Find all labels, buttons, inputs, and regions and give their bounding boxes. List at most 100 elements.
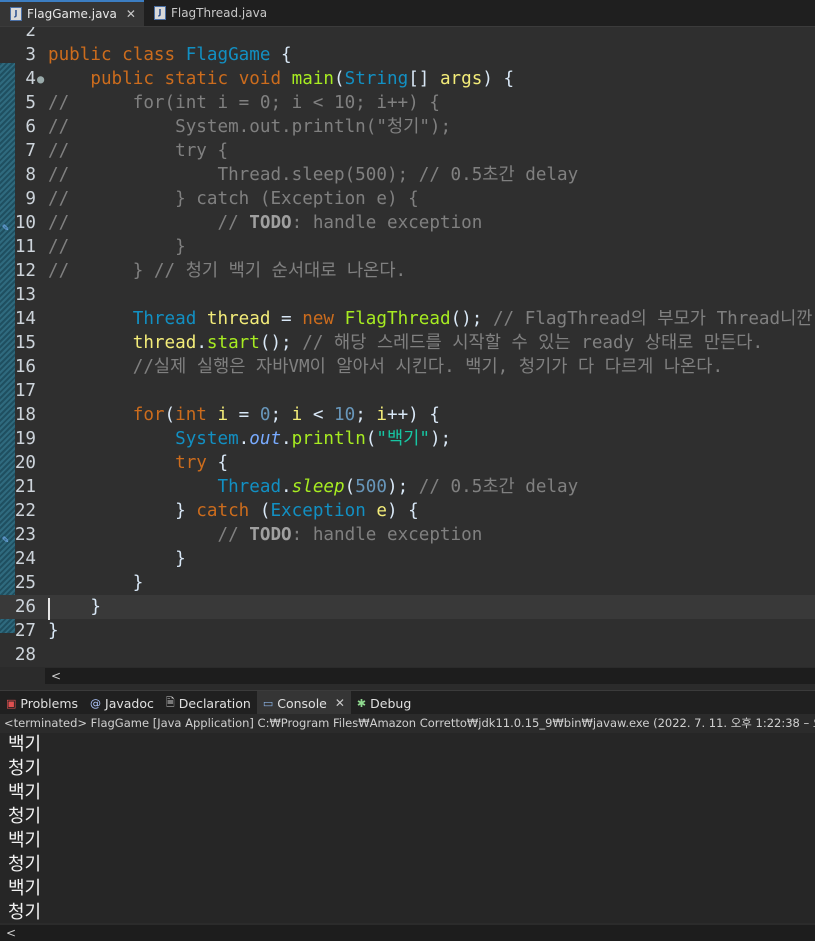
line-number: 14 xyxy=(14,309,36,329)
code-line[interactable]: 28 xyxy=(0,643,815,667)
code-text: // } // 청기 백기 순서대로 나온다. xyxy=(48,261,407,281)
code-line[interactable]: 11 // } xyxy=(0,235,815,259)
tab-debug[interactable]: ✱ Debug xyxy=(351,691,417,715)
javadoc-icon: @ xyxy=(90,696,102,710)
code-text: public class FlagGame { xyxy=(48,45,292,65)
line-number: 26 xyxy=(14,597,36,617)
code-text: try { xyxy=(175,453,229,473)
console-line: 백기 xyxy=(8,878,42,899)
console-line: 청기 xyxy=(8,854,42,875)
close-icon[interactable]: ✕ xyxy=(126,7,136,21)
code-line[interactable]: 17 xyxy=(0,379,815,403)
tab-label: Javadoc xyxy=(105,695,154,711)
tab-label: Problems xyxy=(20,695,79,711)
line-number: 5 xyxy=(25,93,36,113)
task-marker-icon[interactable]: ✎ xyxy=(2,528,14,546)
line-number: 24 xyxy=(14,549,36,569)
code-line[interactable]: 8 // Thread.sleep(500); // 0.5초간 delay xyxy=(0,163,815,187)
line-number: 15 xyxy=(14,333,36,353)
code-text: for(int i = 0; i < 10; i++) { xyxy=(132,405,440,425)
code-text: Thread thread = new FlagThread(); // Fla… xyxy=(132,309,813,329)
tab-flagthread[interactable]: J FlagThread.java xyxy=(144,0,275,26)
line-number: 8 xyxy=(25,165,36,185)
declaration-icon: 🗎 xyxy=(165,695,175,709)
line-number: 16 xyxy=(14,357,36,377)
code-line[interactable]: 27} xyxy=(0,619,815,643)
code-line[interactable]: 25 } xyxy=(0,571,815,595)
tab-declaration[interactable]: 🗎 Declaration xyxy=(160,691,257,715)
fold-icon[interactable]: ● xyxy=(37,67,44,91)
code-text: } xyxy=(48,621,59,641)
line-number: 22 xyxy=(14,501,36,521)
code-text: // } xyxy=(48,237,186,257)
java-file-icon: J xyxy=(10,7,22,21)
line-number: 17 xyxy=(14,381,36,401)
code-line[interactable]: 9 // } catch (Exception e) { xyxy=(0,187,815,211)
panel-tab-bar: ▣ Problems @ Javadoc 🗎 Declaration ▭ Con… xyxy=(0,690,815,715)
code-line[interactable]: 15 thread.start(); // 해당 스레드를 시작할 수 있는 r… xyxy=(0,331,815,355)
code-editor[interactable]: 2 3 public class FlagGame {4 public static… xyxy=(0,27,815,667)
line-number: 4 xyxy=(25,69,36,89)
code-text: // System.out.println("청기"); xyxy=(48,117,452,137)
console-horizontal-scrollbar[interactable]: < xyxy=(0,925,815,941)
code-line[interactable]: 3 public class FlagGame { xyxy=(0,43,815,67)
scroll-left-icon[interactable]: < xyxy=(51,669,61,683)
line-number: 21 xyxy=(14,477,36,497)
code-text: } xyxy=(48,549,186,569)
tab-label: Debug xyxy=(370,695,412,711)
code-text: // try { xyxy=(48,141,229,161)
tab-label: FlagThread.java xyxy=(170,6,268,20)
code-line[interactable]: 10// // TODO: handle exception ✎ xyxy=(0,211,815,235)
tab-label: FlagGame.java xyxy=(27,7,117,21)
code-text: // TODO: handle exception xyxy=(48,525,483,545)
code-line[interactable]: 5 // for(int i = 0; i < 10; i++) { xyxy=(0,91,815,115)
problems-icon: ▣ xyxy=(6,696,17,710)
line-number: 11 xyxy=(14,237,36,257)
code-line[interactable]: 24 } xyxy=(0,547,815,571)
scroll-left-icon[interactable]: < xyxy=(6,926,16,940)
code-text: System.out.println("백기"); xyxy=(175,429,452,449)
console-line: 청기 xyxy=(8,902,42,923)
code-text: public static void main(String[] args) { xyxy=(90,69,515,89)
code-text: } catch (Exception e) { xyxy=(48,501,419,521)
line-number: 6 xyxy=(25,117,36,137)
tab-console[interactable]: ▭ Console ✕ xyxy=(256,691,351,715)
code-line[interactable]: 23 // TODO: handle exception ✎ xyxy=(0,523,815,547)
line-number: 27 xyxy=(14,621,36,641)
console-line: 청기 xyxy=(8,758,42,779)
line-number: 18 xyxy=(14,405,36,425)
tab-problems[interactable]: ▣ Problems xyxy=(0,691,84,715)
code-text: // for(int i = 0; i < 10; i++) { xyxy=(48,93,440,113)
line-number: 3 xyxy=(25,45,36,65)
code-text: Thread.sleep(500); // 0.5초간 delay xyxy=(217,477,579,497)
code-text: // Thread.sleep(500); // 0.5초간 delay xyxy=(48,165,579,185)
tab-flaggame[interactable]: J FlagGame.java ✕ xyxy=(0,0,144,26)
line-number: 9 xyxy=(25,189,36,209)
code-line[interactable]: 22 } catch (Exception e) { xyxy=(0,499,815,523)
code-text: } xyxy=(48,573,144,593)
line-number: 13 xyxy=(14,285,36,305)
tab-javadoc[interactable]: @ Javadoc xyxy=(84,691,160,715)
console-output[interactable]: 백기 청기 백기 청기 백기 청기 백기 청기 xyxy=(0,733,815,923)
console-icon: ▭ xyxy=(262,696,274,710)
code-line[interactable]: 4 public static void main(String[] args)… xyxy=(0,67,815,91)
code-text: thread.start(); // 해당 스레드를 시작할 수 있는 read… xyxy=(132,333,764,353)
close-icon[interactable]: ✕ xyxy=(335,696,345,710)
line-number: 28 xyxy=(14,645,36,665)
code-line[interactable]: 12 // } // 청기 백기 순서대로 나온다. xyxy=(0,259,815,283)
code-line[interactable]: 2 xyxy=(0,27,815,43)
code-line[interactable]: 26 } xyxy=(0,595,815,619)
code-line[interactable]: 7 // try { xyxy=(0,139,815,163)
code-line[interactable]: 20 try { xyxy=(0,451,815,475)
code-line[interactable]: 19 System.out.println("백기"); xyxy=(0,427,815,451)
editor-horizontal-scrollbar[interactable]: < xyxy=(45,668,815,684)
tab-label: Console xyxy=(277,695,327,711)
code-line[interactable]: 14 Thread thread = new FlagThread(); // … xyxy=(0,307,815,331)
code-line[interactable]: 6 // System.out.println("청기"); xyxy=(0,115,815,139)
code-line[interactable]: 16 //실제 실행은 자바VM이 알아서 시킨다. 백기, 청기가 다 다르게… xyxy=(0,355,815,379)
task-marker-icon[interactable]: ✎ xyxy=(2,216,14,234)
code-line[interactable]: 18 for(int i = 0; i < 10; i++) { xyxy=(0,403,815,427)
code-line[interactable]: 21 Thread.sleep(500); // 0.5초간 delay xyxy=(0,475,815,499)
code-text: //실제 실행은 자바VM이 알아서 시킨다. 백기, 청기가 다 다르게 나온… xyxy=(48,357,724,377)
code-line[interactable]: 13 xyxy=(0,283,815,307)
